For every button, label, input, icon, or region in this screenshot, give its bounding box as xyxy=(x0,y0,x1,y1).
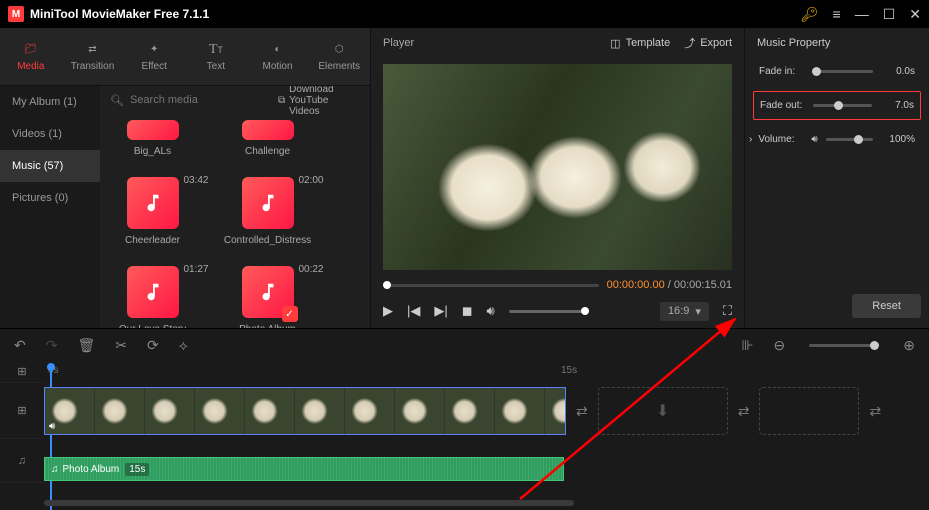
next-button[interactable]: ▶| xyxy=(434,303,447,319)
empty-slot[interactable] xyxy=(759,387,859,435)
time-display: 00:00:00.00 / 00:00:15.01 xyxy=(607,279,732,291)
sidebar-item-videos[interactable]: Videos (1) xyxy=(0,118,100,150)
speaker-icon[interactable]: 🔊︎ xyxy=(811,134,817,145)
aspect-select[interactable]: 16:9▾ xyxy=(660,302,709,321)
expand-icon[interactable]: › xyxy=(749,134,752,145)
tab-motion[interactable]: ◐Motion xyxy=(247,28,309,85)
volume-prop-slider[interactable] xyxy=(826,138,873,141)
add-track-button[interactable]: ⊞ xyxy=(0,361,44,383)
category-sidebar: My Album (1) Videos (1) Music (57) Pictu… xyxy=(0,86,100,328)
zoom-slider[interactable] xyxy=(809,344,879,347)
tab-media[interactable]: 📁︎Media xyxy=(0,28,62,85)
fade-in-row: Fade in: 0.0s xyxy=(753,58,921,85)
template-icon: ◫ xyxy=(610,37,620,50)
volume-slider[interactable] xyxy=(509,310,589,313)
media-item[interactable]: 03:42Cheerleader xyxy=(110,177,195,246)
video-track[interactable]: 🔊︎ ⇄ ⬇ ⇄ ⇄ xyxy=(44,383,929,439)
check-icon: ✓ xyxy=(282,306,298,322)
fullscreen-button[interactable]: ⛶ xyxy=(723,303,732,319)
zoom-in-button[interactable]: ⊕ xyxy=(903,337,915,354)
zoom-out-button[interactable]: ⊖ xyxy=(774,337,786,354)
transition-slot[interactable]: ⇄ xyxy=(865,403,885,420)
media-item[interactable]: 01:27Our Love Story xyxy=(110,266,195,328)
player-title: Player xyxy=(383,37,596,49)
menu-icon[interactable]: ≡ xyxy=(833,6,841,22)
media-item[interactable]: 02:00Controlled_Distress xyxy=(225,177,310,246)
title-bar: M MiniTool MovieMaker Free 7.1.1 🔑︎ ≡ — … xyxy=(0,0,929,28)
chevron-down-icon: ▾ xyxy=(695,305,701,318)
audio-track[interactable]: ♫Photo Album 15s xyxy=(44,457,929,483)
media-grid: Big_ALs Challenge 03:42Cheerleader 02:00… xyxy=(100,114,370,328)
clip-volume-icon[interactable]: 🔊︎ xyxy=(49,421,55,432)
cut-button[interactable]: ✂︎ xyxy=(115,337,127,354)
video-preview[interactable] xyxy=(383,64,732,270)
playhead[interactable] xyxy=(47,363,55,371)
video-track-icon[interactable]: ⊞ xyxy=(0,383,44,439)
export-button[interactable]: ⤴Export xyxy=(684,35,732,51)
play-button[interactable]: ▶ xyxy=(383,303,393,319)
search-input[interactable] xyxy=(130,94,272,106)
seek-bar[interactable] xyxy=(383,284,599,287)
media-item[interactable]: 00:22✓Photo Album xyxy=(225,266,310,328)
volume-row: › Volume: 🔊︎ 100% xyxy=(753,126,921,153)
redo-button[interactable]: ↷ xyxy=(46,337,58,354)
download-youtube-button[interactable]: ⧉Download YouTube Videos xyxy=(278,86,360,117)
stop-button[interactable]: ◼ xyxy=(462,303,473,319)
transition-slot[interactable]: ⇄ xyxy=(734,403,754,420)
sidebar-item-pictures[interactable]: Pictures (0) xyxy=(0,182,100,214)
tab-effect[interactable]: ✦Effect xyxy=(123,28,185,85)
empty-slot[interactable]: ⬇ xyxy=(598,387,728,435)
fade-out-row: Fade out: 7.0s xyxy=(753,91,921,120)
search-icon: 🔍︎ xyxy=(110,94,124,107)
fade-in-slider[interactable] xyxy=(812,70,873,73)
property-title: Music Property xyxy=(753,28,921,58)
transition-slot[interactable]: ⇄ xyxy=(572,403,592,420)
media-item[interactable]: Big_ALs xyxy=(110,120,195,157)
tab-transition[interactable]: ⇄Transition xyxy=(62,28,124,85)
speed-button[interactable]: ⟳ xyxy=(147,337,159,354)
crop-button[interactable]: ⟡ xyxy=(179,337,188,354)
volume-icon[interactable]: 🔊︎ xyxy=(487,303,495,319)
reset-button[interactable]: Reset xyxy=(852,294,921,318)
main-toolbar: 📁︎Media ⇄Transition ✦Effect TTText ◐Moti… xyxy=(0,28,370,86)
media-item[interactable]: Challenge xyxy=(225,120,310,157)
undo-button[interactable]: ↶ xyxy=(14,337,26,354)
key-icon[interactable]: 🔑︎ xyxy=(801,6,819,23)
audio-clip[interactable]: ♫Photo Album 15s xyxy=(44,457,564,481)
delete-button[interactable]: 🗑︎ xyxy=(77,337,95,354)
horizontal-scrollbar[interactable] xyxy=(44,500,921,508)
timeline-toolbar: ↶ ↷ 🗑︎ ✂︎ ⟳ ⟡ ⊪ ⊖ ⊕ xyxy=(0,329,929,361)
prev-button[interactable]: |◀ xyxy=(407,303,420,319)
time-ruler[interactable]: 0s 15s xyxy=(44,361,929,383)
app-logo: M xyxy=(8,6,24,22)
template-button[interactable]: ◫Template xyxy=(610,37,670,50)
audio-track-icon[interactable]: ♫ xyxy=(0,439,44,483)
video-clip[interactable]: 🔊︎ xyxy=(44,387,566,435)
tab-elements[interactable]: ⬡Elements xyxy=(308,28,370,85)
sidebar-item-myalbum[interactable]: My Album (1) xyxy=(0,86,100,118)
app-title: MiniTool MovieMaker Free 7.1.1 xyxy=(30,7,801,21)
sidebar-item-music[interactable]: Music (57) xyxy=(0,150,100,182)
export-icon: ⤴ xyxy=(684,35,695,51)
close-button[interactable]: ✕ xyxy=(909,6,921,23)
minimize-button[interactable]: — xyxy=(855,6,869,22)
maximize-button[interactable]: ☐ xyxy=(883,6,896,23)
music-note-icon: ♫ xyxy=(51,464,59,475)
fade-out-slider[interactable] xyxy=(813,104,872,107)
fit-button[interactable]: ⊪ xyxy=(741,337,753,354)
tab-text[interactable]: TTText xyxy=(185,28,247,85)
